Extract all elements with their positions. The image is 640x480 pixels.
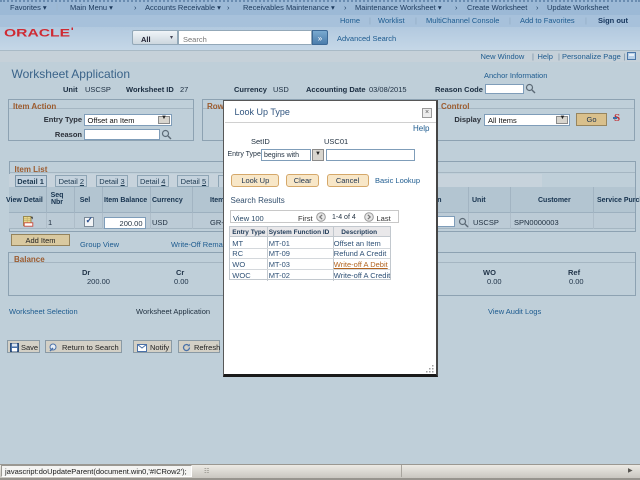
svg-text:ORACLE: ORACLE — [4, 28, 70, 39]
